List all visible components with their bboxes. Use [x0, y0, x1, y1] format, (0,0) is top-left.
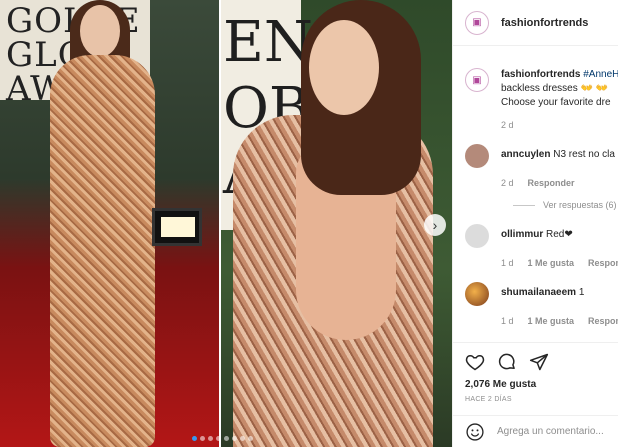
caption-hashtag[interactable]: #AnneH: [583, 69, 618, 80]
carousel-dots: [192, 436, 253, 441]
caption-avatar[interactable]: ▣: [465, 68, 489, 92]
carousel-dot[interactable]: [248, 436, 253, 441]
brand-logo-icon: ▣: [472, 74, 482, 86]
comment-age: 1 d: [501, 258, 514, 268]
comment-meta: 2 d Responder: [501, 178, 618, 188]
view-replies-button[interactable]: Ver respuestas (6): [513, 200, 618, 210]
caption-text: fashionfortrends #AnneH backless dresses…: [501, 68, 618, 110]
likes-count[interactable]: 2,076 Me gusta: [465, 379, 607, 390]
comment-icon[interactable]: [497, 352, 517, 372]
add-comment-bar: [453, 415, 618, 447]
comment-username[interactable]: anncuylen: [501, 149, 550, 160]
view-replies-label: Ver respuestas (6): [543, 200, 617, 210]
post-username[interactable]: fashionfortrends: [501, 17, 588, 29]
reply-button[interactable]: Responde: [588, 258, 618, 268]
comment-item: shumailanaeem 1: [465, 282, 618, 306]
profile-avatar[interactable]: ▣: [465, 10, 489, 35]
post-actions: 2,076 Me gusta HACE 2 DÍAS: [453, 342, 618, 403]
chevron-right-icon: ›: [432, 217, 438, 233]
post-media[interactable]: GOLDEGLOAWA ENOBEARD ›: [0, 0, 452, 447]
caption-line-3: Choose your favorite dre: [501, 97, 611, 108]
comment-item: anncuylen N3 rest no cla: [465, 144, 618, 168]
carousel-dot[interactable]: [224, 436, 229, 441]
carousel-dot[interactable]: [200, 436, 205, 441]
caption: ▣ fashionfortrends #AnneH backless dress…: [465, 68, 618, 110]
post-header: ▣ fashionfortrends: [453, 0, 618, 46]
action-icons: [465, 351, 607, 373]
emoji-icon[interactable]: [465, 422, 485, 442]
comment-text: N3 rest no cla: [553, 149, 615, 160]
comment-likes[interactable]: 1 Me gusta: [528, 316, 575, 326]
comment-item: ollimmur Red❤: [465, 224, 618, 248]
floor-light: [152, 208, 202, 246]
next-slide-button[interactable]: ›: [424, 214, 446, 236]
comment-input[interactable]: [497, 426, 617, 437]
brand-logo-icon: ▣: [472, 17, 482, 28]
face-right: [309, 20, 379, 115]
comment-likes[interactable]: 1 Me gusta: [528, 258, 575, 268]
caption-line-2: backless dresses 👐 👐: [501, 83, 609, 94]
carousel-dot[interactable]: [232, 436, 237, 441]
carousel-dot[interactable]: [240, 436, 245, 441]
carousel-dot[interactable]: [216, 436, 221, 441]
photo-left: GOLDEGLOAWA: [0, 0, 219, 447]
comment-username[interactable]: shumailanaeem: [501, 287, 576, 298]
comment-body: ollimmur Red❤: [501, 224, 573, 242]
comment-body: shumailanaeem 1: [501, 282, 584, 300]
carousel-dot[interactable]: [208, 436, 213, 441]
heart-icon[interactable]: [465, 352, 485, 372]
share-icon[interactable]: [529, 352, 549, 372]
commenter-avatar[interactable]: [465, 224, 489, 248]
comments-scroll[interactable]: ▣ fashionfortrends #AnneH backless dress…: [453, 46, 618, 338]
reply-button[interactable]: Responde: [588, 316, 618, 326]
comment-meta: 1 d 1 Me gusta Responde: [501, 258, 618, 268]
comment-meta: 1 d 1 Me gusta Responde: [501, 316, 618, 326]
reply-button[interactable]: Responder: [528, 178, 575, 188]
sequin-dress-left: [50, 55, 155, 447]
comment-text: Red❤: [546, 229, 573, 240]
commenter-avatar[interactable]: [465, 144, 489, 168]
face-left: [80, 5, 120, 57]
comment-age: 2 d: [501, 178, 514, 188]
comment-username[interactable]: ollimmur: [501, 229, 543, 240]
photo-right: ENOBEARD: [221, 0, 452, 447]
post-time: HACE 2 DÍAS: [465, 396, 512, 403]
comment-text: 1: [578, 287, 585, 298]
commenter-avatar[interactable]: [465, 282, 489, 306]
comment-body: anncuylen N3 rest no cla: [501, 144, 615, 162]
replies-line: [513, 204, 535, 206]
caption-meta: 2 d: [501, 120, 618, 130]
carousel-dot[interactable]: [192, 436, 197, 441]
post-side-panel: ▣ fashionfortrends ▣ fashionfortrends #A…: [452, 0, 618, 447]
caption-username[interactable]: fashionfortrends: [501, 69, 580, 80]
caption-age: 2 d: [501, 120, 514, 130]
comment-age: 1 d: [501, 316, 514, 326]
